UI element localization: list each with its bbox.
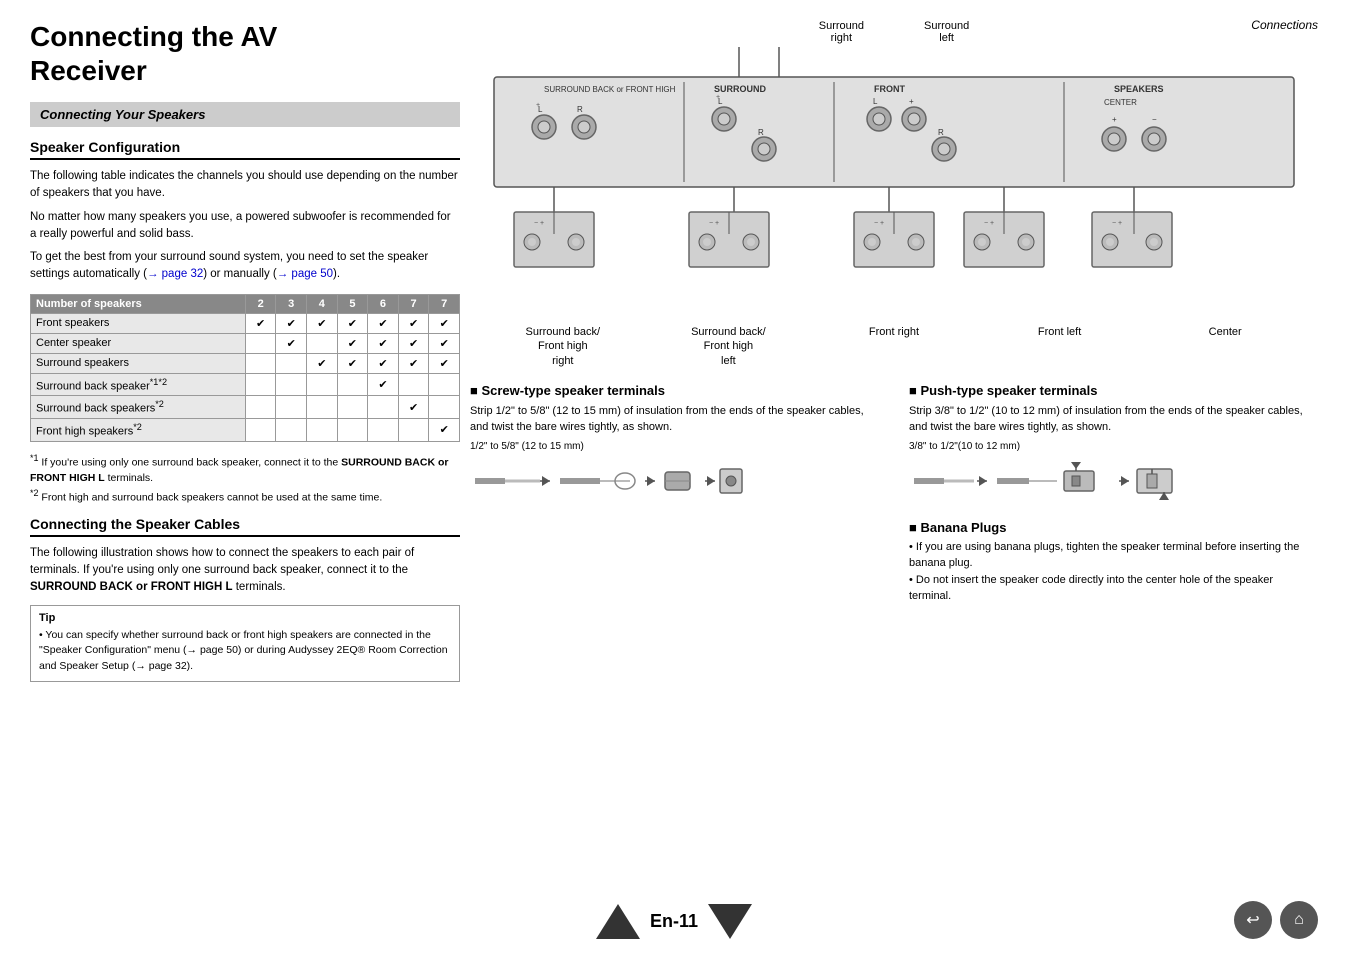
svg-text:L: L bbox=[873, 97, 878, 106]
home-icon[interactable]: ⌂ bbox=[1280, 901, 1318, 939]
speaker-label-surround-back-left: Surround back/Front highleft bbox=[673, 325, 783, 368]
speaker-table: Number of speakers 2 3 4 5 6 7 7 Front s… bbox=[30, 294, 460, 442]
table-row: Front high speakers*2 ✔ bbox=[31, 419, 460, 442]
tip-box: Tip • You can specify whether surround b… bbox=[30, 605, 460, 682]
table-row: Front speakers ✔✔✔✔✔✔✔ bbox=[31, 313, 460, 333]
svg-text:− +: − + bbox=[874, 220, 884, 227]
table-col-header: Number of speakers bbox=[31, 294, 246, 313]
back-icon[interactable]: ↩ bbox=[1234, 901, 1272, 939]
svg-text:+: + bbox=[1112, 115, 1117, 124]
surround-left-label: Surroundleft bbox=[924, 20, 969, 44]
table-row: Surround back speakers*2 ✔ bbox=[31, 396, 460, 419]
cables-p1: The following illustration shows how to … bbox=[30, 545, 460, 597]
page-number: En-11 bbox=[650, 911, 698, 932]
speaker-diagram: SURROUND BACK or FRONT HIGH SURROUND FRO… bbox=[470, 47, 1318, 320]
table-row: Center speaker ✔✔✔✔✔ bbox=[31, 333, 460, 353]
screw-terminal-section: Screw-type speaker terminals Strip 1/2" … bbox=[470, 383, 879, 605]
prev-page-button[interactable] bbox=[596, 904, 640, 939]
svg-text:R: R bbox=[758, 128, 764, 137]
speaker-config-p1: The following table indicates the channe… bbox=[30, 168, 460, 203]
push-terminal-section: Push-type speaker terminals Strip 3/8" t… bbox=[909, 383, 1318, 605]
screw-terminal-title: Screw-type speaker terminals bbox=[470, 383, 879, 398]
svg-text:+: + bbox=[909, 97, 914, 106]
table-col-4: 4 bbox=[307, 294, 338, 313]
banana-p1: • If you are using banana plugs, tighten… bbox=[909, 539, 1318, 572]
svg-text:− +: − + bbox=[984, 220, 994, 227]
link-page50[interactable]: → page 50 bbox=[277, 268, 333, 280]
page-title: Connecting the AV Receiver bbox=[30, 20, 460, 87]
svg-text:+: + bbox=[716, 94, 720, 101]
surround-right-label: Surroundright bbox=[819, 20, 864, 44]
tip-label: Tip bbox=[39, 612, 451, 624]
speaker-label-front-left: Front left bbox=[1005, 325, 1115, 368]
push-terminal-text: Strip 3/8" to 1/2" (10 to 12 mm) of insu… bbox=[909, 403, 1318, 436]
speaker-label-center: Center bbox=[1170, 325, 1280, 368]
speaker-label-front-right: Front right bbox=[839, 325, 949, 368]
svg-text:SURROUND: SURROUND bbox=[714, 84, 767, 94]
svg-text:+: + bbox=[536, 102, 540, 109]
terminal-sections: Screw-type speaker terminals Strip 1/2" … bbox=[470, 383, 1318, 605]
diagram-svg: SURROUND BACK or FRONT HIGH SURROUND FRO… bbox=[484, 47, 1304, 317]
push-measure-label: 3/8" to 1/2"(10 to 12 mm) bbox=[909, 441, 1318, 452]
section-header: Connecting Your Speakers bbox=[30, 102, 460, 127]
screw-measure-label: 1/2" to 5/8" (12 to 15 mm) bbox=[470, 441, 879, 452]
bottom-right-icons: ↩ ⌂ bbox=[1234, 901, 1318, 939]
speaker-config-title: Speaker Configuration bbox=[30, 139, 460, 160]
svg-text:R: R bbox=[577, 105, 583, 114]
tip-text: • You can specify whether surround back … bbox=[39, 628, 451, 675]
banana-plugs-title: Banana Plugs bbox=[909, 520, 1318, 535]
table-col-3: 3 bbox=[276, 294, 307, 313]
table-col-7b: 7 bbox=[429, 294, 460, 313]
cables-title: Connecting the Speaker Cables bbox=[30, 516, 460, 537]
table-col-7a: 7 bbox=[398, 294, 429, 313]
table-col-2: 2 bbox=[245, 294, 276, 313]
page-section-label: Connections bbox=[1251, 18, 1318, 32]
push-cable-diagram bbox=[909, 454, 1189, 509]
screw-cable-diagram bbox=[470, 454, 750, 509]
screw-terminal-text: Strip 1/2" to 5/8" (12 to 15 mm) of insu… bbox=[470, 403, 879, 436]
table-col-5: 5 bbox=[337, 294, 368, 313]
link-page32[interactable]: → page 32 bbox=[147, 268, 203, 280]
svg-text:R: R bbox=[938, 128, 944, 137]
svg-text:− +: − + bbox=[709, 220, 719, 227]
table-row: Surround back speaker*1*2 ✔ bbox=[31, 373, 460, 396]
table-row: Surround speakers ✔✔✔✔✔ bbox=[31, 353, 460, 373]
footnotes: *1 If you're using only one surround bac… bbox=[30, 452, 460, 506]
svg-text:−: − bbox=[1152, 115, 1157, 124]
svg-text:− +: − + bbox=[1112, 220, 1122, 227]
surround-top-labels: Surroundright Surroundleft bbox=[470, 20, 1318, 44]
speaker-config-p2: No matter how many speakers you use, a p… bbox=[30, 209, 460, 244]
speaker-label-surround-back-right: Surround back/Front highright bbox=[508, 325, 618, 368]
svg-text:CENTER: CENTER bbox=[1104, 98, 1137, 107]
bottom-navigation: En-11 bbox=[0, 904, 1348, 939]
next-page-button[interactable] bbox=[708, 904, 752, 939]
table-col-6: 6 bbox=[368, 294, 399, 313]
svg-text:FRONT: FRONT bbox=[874, 84, 905, 94]
banana-p2: • Do not insert the speaker code directl… bbox=[909, 572, 1318, 605]
svg-text:SPEAKERS: SPEAKERS bbox=[1114, 84, 1164, 94]
svg-text:SURROUND BACK or FRONT HIGH: SURROUND BACK or FRONT HIGH bbox=[544, 85, 676, 94]
speaker-config-p3: To get the best from your surround sound… bbox=[30, 249, 460, 284]
speaker-labels-row: Surround back/Front highright Surround b… bbox=[470, 325, 1318, 368]
svg-text:− +: − + bbox=[534, 220, 544, 227]
push-terminal-title: Push-type speaker terminals bbox=[909, 383, 1318, 398]
